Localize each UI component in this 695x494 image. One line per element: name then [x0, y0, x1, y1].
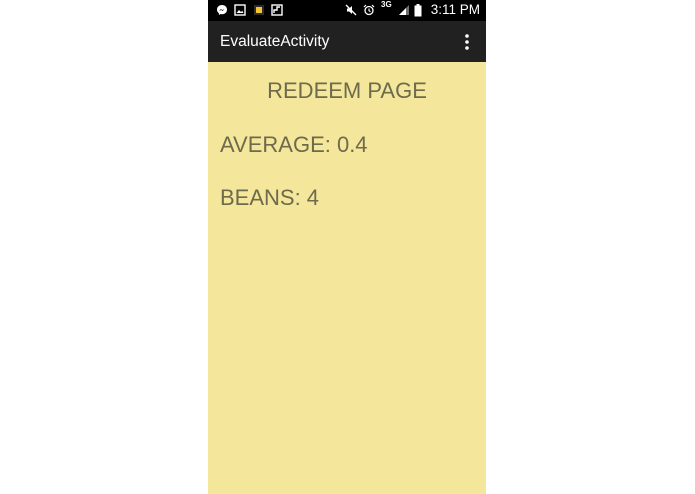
alarm-icon: [363, 4, 375, 16]
average-text: AVERAGE: 0.4: [220, 132, 368, 157]
phone-screen: 3G 3:11 PM EvaluateActivity REDEEM PAGE …: [208, 0, 486, 494]
signal-icon: [398, 4, 410, 16]
battery-icon: [413, 3, 422, 16]
activity-title: EvaluateActivity: [220, 33, 330, 50]
status-time: 3:11 PM: [430, 2, 480, 17]
more-vert-icon[interactable]: [460, 33, 474, 51]
photo-icon: [271, 4, 283, 16]
notification-icon: [253, 4, 265, 16]
network-type-label: 3G: [381, 0, 392, 9]
gallery-icon: [234, 4, 246, 16]
beans-text: BEANS: 4: [220, 185, 320, 210]
page-title: REDEEM PAGE: [267, 78, 427, 103]
action-bar: EvaluateActivity: [208, 21, 486, 62]
messenger-icon: [216, 4, 228, 16]
redeem-content: REDEEM PAGE AVERAGE: 0.4 BEANS: 4: [208, 62, 486, 494]
status-bar: 3G 3:11 PM: [208, 0, 486, 21]
mute-icon: [345, 4, 357, 16]
